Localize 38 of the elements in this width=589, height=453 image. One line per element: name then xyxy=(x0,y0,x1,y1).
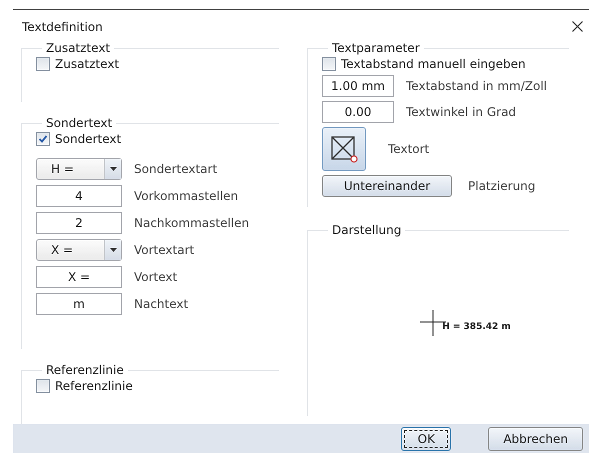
checkbox[interactable]: Sondertext xyxy=(36,132,279,146)
ok-button[interactable]: OK xyxy=(401,427,452,452)
close-icon[interactable] xyxy=(572,21,583,32)
field-label: Textwinkel in Grad xyxy=(406,105,516,120)
checkbox[interactable]: Referenzlinie xyxy=(36,379,279,394)
dropdown[interactable]: H = xyxy=(36,158,122,180)
input-field[interactable]: X = xyxy=(36,266,122,288)
input-field[interactable]: 1.00 mm xyxy=(322,75,394,98)
checkbox[interactable]: Zusatztext xyxy=(36,57,279,72)
group-title: Darstellung xyxy=(331,223,402,238)
group-title: Zusatztext xyxy=(45,41,112,56)
field-label: Sondertextart xyxy=(134,162,218,176)
field-label: Vortext xyxy=(134,270,178,284)
field-label: Textabstand in mm/Zoll xyxy=(406,79,547,94)
window-title: Textdefinition xyxy=(22,20,103,34)
cancel-button[interactable]: Abbrechen xyxy=(488,427,583,452)
field-label: Nachkommastellen xyxy=(134,216,250,230)
caret-icon xyxy=(110,167,116,172)
input-field[interactable]: 4 xyxy=(36,185,122,208)
group-title: Textparameter xyxy=(331,41,421,56)
checkbox[interactable]: Textabstand manuell eingeben xyxy=(322,57,569,72)
group-title: Referenzlinie xyxy=(45,363,125,378)
group-title: Sondertext xyxy=(45,116,114,130)
input-field[interactable]: 0.00 xyxy=(322,101,394,124)
placement-button[interactable]: Untereinander xyxy=(322,175,452,198)
dropdown[interactable]: X = xyxy=(36,239,122,262)
checkmark-icon xyxy=(38,134,48,144)
text-position-button[interactable] xyxy=(322,127,366,172)
text-position-icon xyxy=(330,135,358,164)
field-label: Nachtext xyxy=(134,297,188,312)
field-label: Vorkommastellen xyxy=(134,189,238,204)
field-label: Platzierung xyxy=(468,179,536,194)
input-field[interactable]: 2 xyxy=(36,212,122,234)
preview-text: H = 385.42 m xyxy=(442,322,511,332)
field-label: Textort xyxy=(388,142,430,156)
field-label: Vortextart xyxy=(134,243,194,258)
input-field[interactable]: m xyxy=(36,293,122,316)
caret-icon xyxy=(110,248,116,252)
